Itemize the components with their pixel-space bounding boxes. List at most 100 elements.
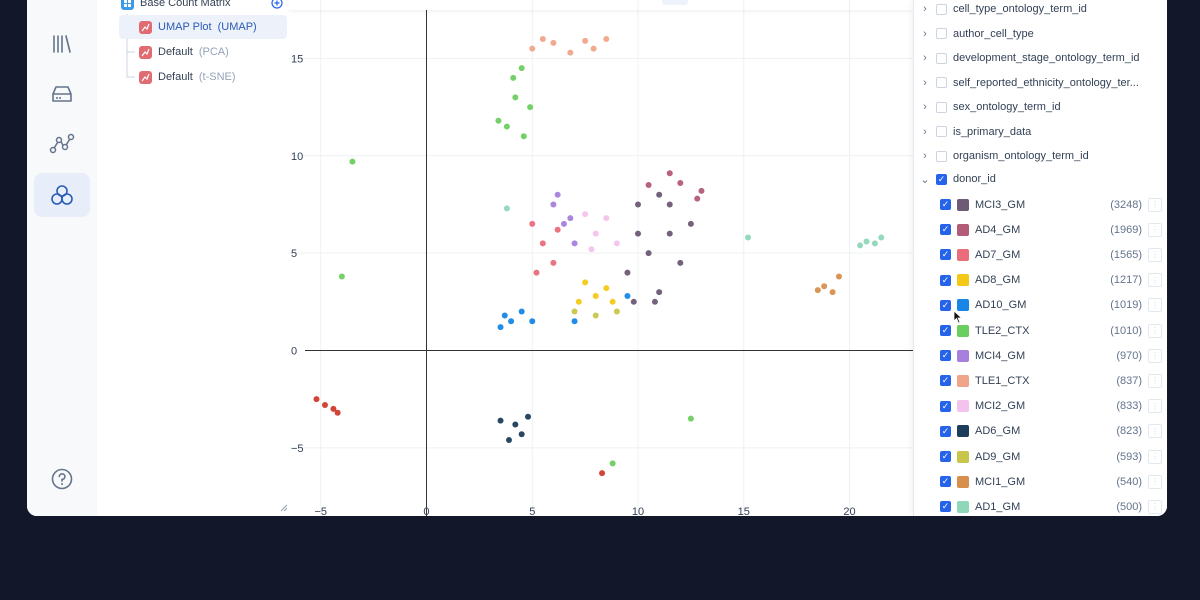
donor-swatch[interactable] <box>957 400 969 413</box>
donor-swatch[interactable] <box>957 274 969 287</box>
metadata-row[interactable]: › organism_ontology_term_id <box>914 144 1167 168</box>
point-tle1-ctx <box>539 35 546 42</box>
plot-icon <box>139 70 152 84</box>
donor-row[interactable]: ✓ AD6_GM (823) ⋮ <box>914 419 1167 444</box>
donor-swatch[interactable] <box>957 374 969 387</box>
drag-handle-icon[interactable]: ⋮ <box>1148 449 1162 464</box>
donor-id-checkbox[interactable]: ✓ <box>936 173 947 185</box>
chevron-right-icon[interactable]: › <box>914 126 936 138</box>
chevron-right-icon[interactable]: › <box>914 77 936 89</box>
metadata-row[interactable]: › is_primary_data <box>914 120 1167 144</box>
tree-item-tsne[interactable]: Default (t-SNE) <box>139 65 287 89</box>
metadata-row[interactable]: › cell_type_ontology_term_id <box>914 0 1167 21</box>
donor-checkbox[interactable]: ✓ <box>940 325 951 336</box>
point-mci3-gm <box>656 289 663 296</box>
metadata-row[interactable]: › development_stage_ontology_term_id <box>914 46 1167 70</box>
drag-handle-icon[interactable]: ⋮ <box>1148 273 1162 288</box>
toolbar-button[interactable] <box>662 0 688 5</box>
donor-row[interactable]: ✓ MCI3_GM (3248) ⋮ <box>914 192 1167 217</box>
donor-checkbox[interactable]: ✓ <box>940 375 951 387</box>
metadata-row[interactable]: › author_cell_type <box>914 22 1167 46</box>
drag-handle-icon[interactable]: ⋮ <box>1148 298 1162 313</box>
donor-row[interactable]: ✓ AD4_GM (1969) ⋮ <box>914 217 1167 242</box>
metadata-checkbox[interactable] <box>936 3 947 15</box>
drag-handle-icon[interactable]: ⋮ <box>1148 474 1162 489</box>
workflow-button[interactable] <box>34 122 90 166</box>
donor-swatch[interactable] <box>957 425 969 438</box>
metadata-row[interactable]: › sex_ontology_term_id <box>914 95 1167 119</box>
donor-checkbox[interactable]: ✓ <box>940 425 951 437</box>
donor-checkbox[interactable]: ✓ <box>940 249 951 261</box>
donor-swatch[interactable] <box>957 500 969 513</box>
tick-labels: −5 0 5 10 15 20 15 10 5 0 −5 <box>291 53 856 516</box>
drag-handle-icon[interactable]: ⋮ <box>1148 197 1162 212</box>
metadata-checkbox[interactable] <box>936 77 947 88</box>
donor-row[interactable]: ✓ AD10_GM (1019) ⋮ <box>914 293 1167 318</box>
donor-checkbox[interactable]: ✓ <box>940 400 951 412</box>
point-tle1-ctx <box>582 37 589 44</box>
drag-handle-icon[interactable]: ⋮ <box>1148 247 1162 262</box>
point-mci3-gm <box>651 298 658 305</box>
donor-row[interactable]: ✓ TLE1_CTX (837) ⋮ <box>914 368 1167 393</box>
point-tle2-ctx <box>518 65 525 72</box>
resize-handle-icon[interactable] <box>280 504 288 512</box>
donor-swatch[interactable] <box>957 248 969 261</box>
donor-checkbox[interactable]: ✓ <box>940 350 951 362</box>
donor-swatch[interactable] <box>957 223 969 236</box>
drag-handle-icon[interactable]: ⋮ <box>1148 424 1162 439</box>
tree-item-name: Default <box>158 46 193 58</box>
tree-item-umap[interactable]: UMAP Plot (UMAP) <box>119 15 287 39</box>
chevron-right-icon[interactable]: › <box>914 3 936 15</box>
donor-swatch[interactable] <box>957 324 969 337</box>
donor-swatch[interactable] <box>957 475 969 488</box>
donor-swatch[interactable] <box>957 198 969 211</box>
help-button[interactable] <box>34 457 90 501</box>
donor-swatch[interactable] <box>957 450 969 463</box>
donor-row[interactable]: ✓ AD9_GM (593) ⋮ <box>914 444 1167 469</box>
metadata-row[interactable]: › self_reported_ethnicity_ontology_ter... <box>914 71 1167 95</box>
donor-count: (1010) <box>1110 324 1142 337</box>
metadata-checkbox[interactable] <box>936 28 947 39</box>
tree-item-pca[interactable]: Default (PCA) <box>139 40 287 64</box>
donor-row[interactable]: ✓ MCI4_GM (970) ⋮ <box>914 343 1167 368</box>
analysis-button[interactable] <box>34 173 90 217</box>
donor-row[interactable]: ✓ AD7_GM (1565) ⋮ <box>914 242 1167 267</box>
point-ad4-gm <box>645 181 652 188</box>
chevron-down-icon[interactable]: ⌄ <box>914 173 936 186</box>
donor-swatch[interactable] <box>957 349 969 362</box>
library-button[interactable] <box>34 22 90 66</box>
drag-handle-icon[interactable]: ⋮ <box>1148 222 1162 237</box>
chevron-right-icon[interactable]: › <box>914 150 936 162</box>
donor-row[interactable]: ✓ TLE2_CTX (1010) ⋮ <box>914 318 1167 343</box>
metadata-checkbox[interactable] <box>936 150 947 162</box>
tree-item-tag: (PCA) <box>198 46 229 58</box>
point-ad7-gm <box>529 220 536 227</box>
drag-handle-icon[interactable]: ⋮ <box>1148 399 1162 414</box>
donor-row[interactable]: ✓ MCI2_GM (833) ⋮ <box>914 394 1167 419</box>
donor-checkbox[interactable]: ✓ <box>940 224 951 236</box>
drag-handle-icon[interactable]: ⋮ <box>1148 348 1162 363</box>
donor-row[interactable]: ✓ MCI1_GM (540) ⋮ <box>914 469 1167 494</box>
donor-checkbox[interactable]: ✓ <box>940 476 951 488</box>
metadata-checkbox[interactable] <box>936 126 947 137</box>
metadata-checkbox[interactable] <box>936 101 947 113</box>
donor-id-group[interactable]: ⌄ ✓ donor_id <box>914 167 1167 191</box>
metadata-checkbox[interactable] <box>936 52 947 64</box>
storage-button[interactable] <box>34 72 90 116</box>
chevron-right-icon[interactable]: › <box>914 52 936 64</box>
chevron-right-icon[interactable]: › <box>914 101 936 113</box>
chevron-right-icon[interactable]: › <box>914 28 936 40</box>
donor-checkbox[interactable]: ✓ <box>940 274 951 286</box>
drag-handle-icon[interactable]: ⋮ <box>1148 323 1162 338</box>
donor-checkbox[interactable]: ✓ <box>940 451 951 462</box>
donor-row[interactable]: ✓ AD1_GM (500) ⋮ <box>914 494 1167 516</box>
donor-checkbox[interactable]: ✓ <box>940 501 951 513</box>
donor-checkbox[interactable]: ✓ <box>940 199 951 210</box>
donor-row[interactable]: ✓ AD8_GM (1217) ⋮ <box>914 268 1167 293</box>
drag-handle-icon[interactable]: ⋮ <box>1148 499 1162 514</box>
drag-handle-icon[interactable]: ⋮ <box>1148 373 1162 388</box>
umap-plot[interactable]: −5 0 5 10 15 20 15 10 5 0 −5 <box>289 0 913 516</box>
point-tle2-ctx <box>503 123 510 130</box>
donor-checkbox[interactable]: ✓ <box>940 299 951 311</box>
point-mci3-gm <box>635 230 642 237</box>
